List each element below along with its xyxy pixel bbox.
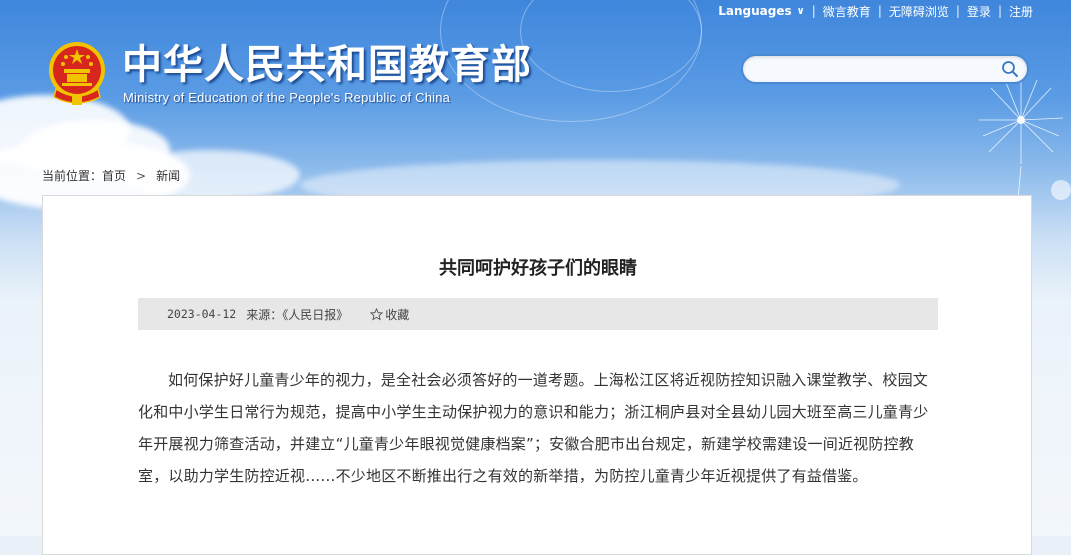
languages-label: Languages <box>718 4 792 18</box>
search-input[interactable] <box>753 59 997 81</box>
breadcrumb: 当前位置： 首页 > 新闻 <box>42 167 180 184</box>
languages-dropdown[interactable]: Languages ∨ <box>718 4 805 18</box>
article-title: 共同呵护好孩子们的眼睛 <box>439 258 637 279</box>
breadcrumb-prefix: 当前位置： <box>42 169 103 183</box>
article-source: 来源：《人民日报》 <box>246 307 349 322</box>
accessibility-link[interactable]: 无障碍浏览 <box>889 3 949 20</box>
register-link[interactable]: 注册 <box>1009 3 1033 20</box>
login-link[interactable]: 登录 <box>967 3 991 20</box>
site-subtitle: Ministry of Education of the People's Re… <box>123 90 451 105</box>
breadcrumb-separator: > <box>136 168 147 183</box>
top-links-bar: Languages ∨ | 微言教育 | 无障碍浏览 | 登录 | 注册 <box>718 2 1033 20</box>
site-title[interactable]: 中华人民共和国教育部 <box>122 42 532 88</box>
top-link-separator: | <box>955 4 960 18</box>
article-date: 2023-04-12 <box>167 307 237 321</box>
search-box <box>741 54 1029 84</box>
top-link-separator: | <box>877 4 882 18</box>
weiyan-link[interactable]: 微言教育 <box>823 3 871 20</box>
search-icon[interactable] <box>1001 60 1019 78</box>
top-link-separator: | <box>811 4 816 18</box>
article-body: 如何保护好儿童青少年的视力，是全社会必须答好的一道考题。上海松江区将近视防控知识… <box>138 371 929 485</box>
breadcrumb-news-link[interactable]: 新闻 <box>156 167 180 184</box>
star-icon <box>370 307 384 320</box>
article-meta-bar: 2023-04-12 来源：《人民日报》 收藏 <box>138 298 938 330</box>
article-panel: 共同呵护好孩子们的眼睛 2023-04-12 来源：《人民日报》 收藏 如何保护… <box>42 195 1032 555</box>
national-emblem-icon[interactable] <box>44 39 110 107</box>
dandelion-decoration <box>979 78 1071 210</box>
top-link-separator: | <box>997 4 1002 18</box>
breadcrumb-home-link[interactable]: 首页 <box>102 167 126 184</box>
favorite-label: 收藏 <box>385 307 410 322</box>
chevron-down-icon: ∨ <box>796 5 805 17</box>
favorite-button[interactable]: 收藏 <box>370 306 409 323</box>
